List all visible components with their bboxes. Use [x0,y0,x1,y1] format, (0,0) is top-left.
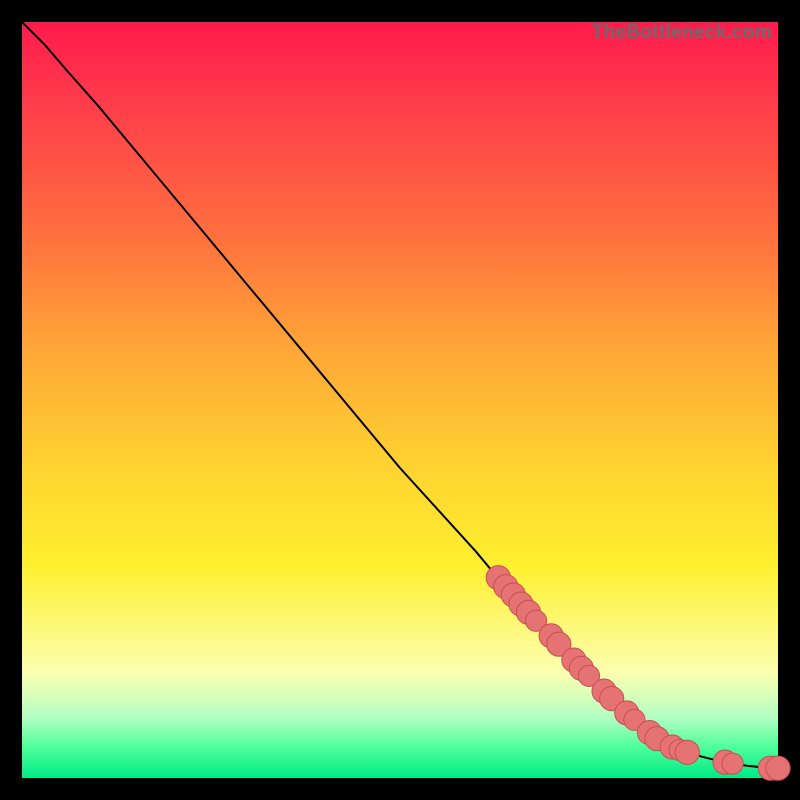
curve-line [22,22,778,768]
data-marker [675,740,699,764]
plot-area: TheBottleneck.com [22,22,778,778]
chart-stage: TheBottleneck.com [0,0,800,800]
chart-overlay [22,22,778,778]
data-marker [766,756,790,780]
data-markers [486,566,790,781]
data-marker [722,753,743,774]
